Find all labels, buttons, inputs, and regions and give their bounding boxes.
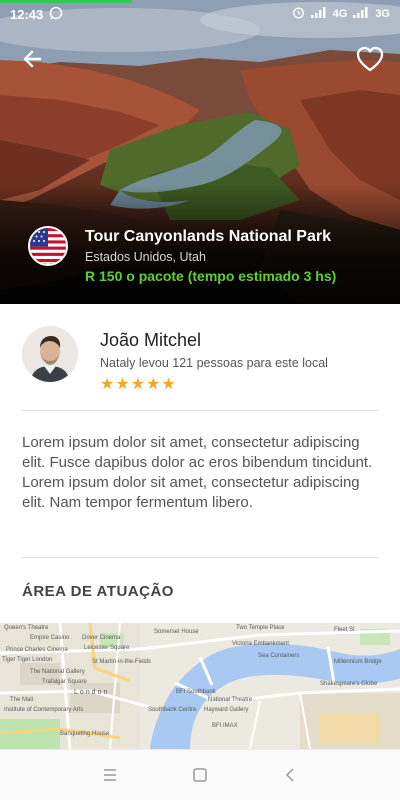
tour-title: Tour Canyonlands National Park — [85, 228, 331, 245]
tour-location: Estados Unidos, Utah — [85, 250, 206, 264]
home-button[interactable] — [184, 759, 216, 791]
heart-outline-icon — [356, 46, 384, 72]
map-label: Southbank Centre — [148, 707, 197, 713]
status-time: 12:43 — [10, 6, 44, 22]
triangle-back-icon — [286, 768, 294, 782]
rating-stars: ★★★★★ — [100, 376, 177, 393]
map-label: Queen's Theatre — [4, 625, 49, 631]
map-label: Institute of Contemporary Arts — [4, 707, 84, 713]
menu-icon — [104, 769, 116, 781]
back-button[interactable] — [18, 44, 48, 74]
status-bar: 12:43 4G 3G — [0, 0, 400, 28]
map-label: Two Temple Place — [236, 625, 285, 631]
usa-flag-icon — [28, 226, 68, 266]
map-label: Shakespeare's Globe — [320, 681, 378, 687]
area-map[interactable]: Queen's Theatre Empire Casino Dover Cine… — [0, 623, 400, 749]
divider — [22, 557, 378, 558]
guide-name: João Mitchel — [100, 330, 202, 350]
map-label: Leicester Square — [84, 645, 130, 651]
map-label: Hayward Gallery — [204, 707, 249, 713]
favorite-button[interactable] — [354, 44, 386, 74]
square-home-icon — [193, 768, 207, 782]
map-label: BFI Southbank — [176, 689, 216, 695]
map-label: Trafalgar Square — [42, 679, 87, 685]
system-back-button[interactable] — [274, 759, 306, 791]
signal-icon — [310, 7, 327, 21]
recent-apps-button[interactable] — [94, 759, 126, 791]
map-label: Millennium Bridge — [334, 659, 382, 665]
network-type-1: 4G — [332, 8, 348, 20]
map-label: Prince Charles Cinema — [6, 647, 68, 653]
map-label: Fleet St — [334, 627, 355, 633]
map-label: St Martin-in-the-Fields — [92, 659, 152, 665]
divider — [22, 410, 378, 411]
map-label: Empire Casino — [30, 635, 70, 641]
section-title-area: ÁREA DE ATUAÇÃO — [22, 583, 174, 600]
map-label: Sea Containers — [258, 653, 300, 659]
map-label: Victoria Embankment — [232, 641, 289, 647]
map-label: Banqueting House — [60, 731, 110, 737]
map-label: London — [74, 689, 110, 696]
map-label: The National Gallery — [30, 669, 85, 675]
guide-profile[interactable]: João Mitchel Nataly levou 121 pessoas pa… — [22, 326, 378, 396]
hero-banner: 12:43 4G 3G Tour Canyonlands National Pa… — [0, 0, 400, 304]
map-label: The Mall — [10, 697, 34, 703]
network-type-2: 3G — [375, 8, 390, 20]
map-label: Tiger Tiger London — [2, 657, 53, 663]
tour-description: Lorem ipsum dolor sit amet, consectetur … — [22, 434, 373, 511]
alarm-icon — [292, 6, 305, 22]
whatsapp-icon — [49, 6, 63, 23]
avatar — [22, 326, 78, 382]
guide-trip-count: Nataly levou 121 pessoas para este local — [100, 356, 328, 370]
map-label: Somerset House — [154, 629, 199, 635]
map-label: BFI IMAX — [212, 723, 238, 729]
system-nav-bar — [0, 749, 400, 800]
arrow-left-icon — [23, 50, 42, 68]
map-label: Dover Cinema — [82, 635, 121, 641]
tour-price: R 150 o pacote (tempo estimado 3 hs) — [85, 268, 337, 284]
signal-icon — [353, 7, 369, 21]
map-label: National Theatre — [208, 697, 253, 703]
